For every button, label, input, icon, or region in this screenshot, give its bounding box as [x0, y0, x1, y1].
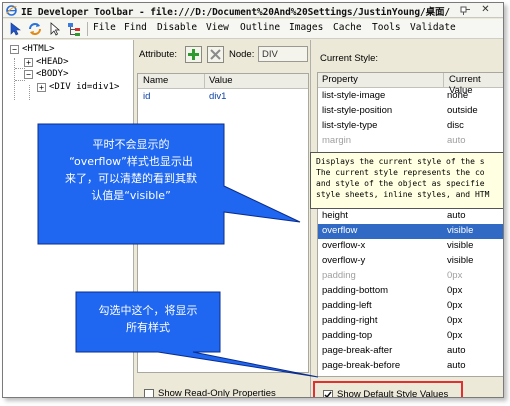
- callout-line: 所有样式: [126, 321, 170, 334]
- callout-line: 认值是“visible”: [91, 189, 171, 202]
- callout-line: 勾选中这个，将显示: [98, 304, 198, 317]
- overflow-callout-text: 平时不会显示的 “overflow”样式也显示出 来了，可以清楚的看到其默 认值…: [42, 136, 220, 204]
- callout-line: “overflow”样式也显示出: [69, 155, 193, 168]
- checkbox-callout-text: 勾选中这个，将显示 所有样式: [80, 302, 216, 336]
- callout-line: 来了，可以清楚的看到其默: [65, 172, 197, 185]
- callout-line: 平时不会显示的: [92, 138, 170, 151]
